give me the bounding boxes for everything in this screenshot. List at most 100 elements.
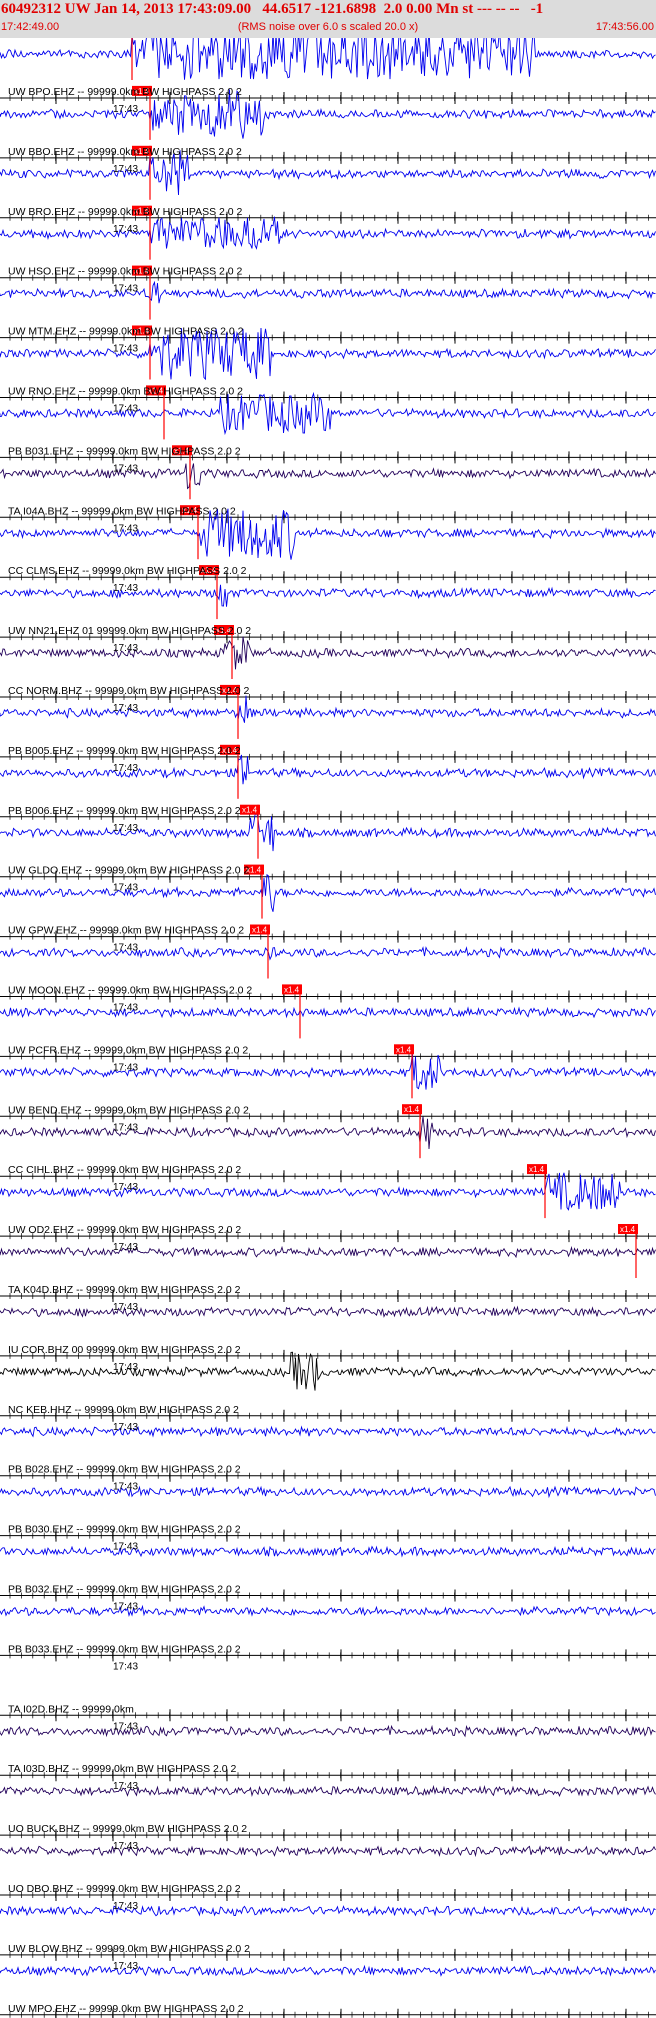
tick-label: 17:43: [113, 1182, 138, 1193]
station-label: UW GLDO.EHZ -- 99999.0km BW HIGHPASS 2.0…: [8, 865, 250, 877]
tick-label: 17:43: [113, 1302, 138, 1313]
station-label: CC CLMS.EHZ -- 99999.0km BW HIGHPASS 2.0…: [8, 565, 247, 577]
station-label: UW MTM.EHZ -- 99999.0km BW HIGHPASS 2.0 …: [8, 326, 244, 338]
station-label: PB B028.EHZ -- 99999.0km BW HIGHPASS 2.0…: [8, 1464, 241, 1476]
pick-label: x1.4: [404, 1105, 420, 1114]
waveform-trace: [0, 1305, 656, 1318]
waveform-trace: [0, 1245, 656, 1259]
station-label: UW BLOW.BHZ -- 99999.0km BW HIGHPASS 2.0…: [8, 1943, 250, 1955]
station-label: TA I02D.BHZ -- 99999.0km: [8, 1703, 134, 1715]
station-label: PB B006.EHZ -- 99999.0km BW HIGHPASS 2.0…: [8, 805, 241, 817]
tick-label: 17:43: [113, 1661, 138, 1672]
tick-label: 17:43: [113, 943, 138, 954]
tick-label: 17:43: [113, 1062, 138, 1073]
waveform-trace: [0, 1724, 656, 1738]
station-label: CC CIHL.BHZ -- 99999.0km BW HIGHPASS 2.0…: [8, 1164, 241, 1176]
tick-label: 17:43: [113, 1901, 138, 1912]
station-label: UO DBO.BHZ -- 99999.0km BW HIGHPASS 2.0 …: [8, 1883, 241, 1895]
waveform-trace: [0, 1784, 656, 1798]
waveform-trace: [0, 1116, 656, 1150]
pick-label: x1.4: [529, 1165, 545, 1174]
tick-label: 17:43: [113, 104, 138, 115]
tick-label: 17:43: [113, 1362, 138, 1373]
waveform-trace: [0, 38, 656, 80]
station-label: TA I04A.BHZ -- 99999.0km BW HIGHPASS 2.0…: [8, 505, 236, 517]
tick-label: 17:43: [113, 523, 138, 534]
station-label: UW MPO.EHZ -- 99999.0km BW HIGHPASS 2.0 …: [8, 2003, 244, 2015]
station-label: TA K04D.BHZ -- 99999.0km BW HIGHPASS 2.0…: [8, 1284, 241, 1296]
station-label: PB B031.EHZ -- 99999.0km BW HIGHPASS 2.0…: [8, 445, 241, 457]
station-label: TA I03D.BHZ -- 99999.0km BW HIGHPASS 2.0…: [8, 1763, 237, 1775]
waveform-trace: [0, 1905, 656, 1917]
tick-label: 17:43: [113, 164, 138, 175]
station-label: UW MOON.EHZ -- 99999.0km BW HIGHPASS 2.0…: [8, 985, 252, 997]
tick-label: 17:43: [113, 404, 138, 415]
station-label: NC KEB.HHZ -- 99999.0km BW HIGHPASS 2.0 …: [8, 1404, 239, 1416]
event-title: 60492312 UW Jan 14, 2013 17:43:09.00 44.…: [1, 1, 544, 17]
waveform-trace: [0, 636, 656, 670]
tick-label: 17:43: [113, 883, 138, 894]
tick-label: 17:43: [113, 1602, 138, 1613]
station-label: UW NN21.EHZ 01 99999.0km BW HIGHPASS 2.0…: [8, 625, 251, 637]
station-label: UW RNO.EHZ -- 99999.0km BW HIGHPASS 2.0 …: [8, 386, 243, 398]
station-label: UW OD2.EHZ -- 99999.0km BW HIGHPASS 2.0 …: [8, 1224, 241, 1236]
tick-label: 17:43: [113, 224, 138, 235]
tick-label: 17:43: [113, 284, 138, 295]
waveform-trace: [0, 280, 656, 304]
station-label: IU COR.BHZ 00 99999.0km BW HIGHPASS 2.0 …: [8, 1344, 241, 1356]
waveform-trace: [0, 1845, 656, 1858]
station-label: UW HSO.EHZ -- 99999.0km BW HIGHPASS 2.0 …: [8, 266, 243, 278]
pick-label: x1.4: [252, 926, 268, 935]
station-label: PB B032.EHZ -- 99999.0km BW HIGHPASS 2.0…: [8, 1584, 241, 1596]
waveform-trace: [0, 584, 656, 607]
waveform-trace: [0, 1485, 656, 1499]
tick-label: 17:43: [113, 643, 138, 654]
scale-note: (RMS noise over 6.0 s scaled 20.0 x): [237, 21, 419, 33]
pick-label: x1.4: [396, 1045, 412, 1054]
tick-label: 17:43: [113, 344, 138, 355]
header: 60492312 UW Jan 14, 2013 17:43:09.00 44.…: [0, 0, 656, 38]
tick-label: 17:43: [113, 463, 138, 474]
waveform-trace: [0, 1604, 656, 1618]
tick-label: 17:43: [113, 1482, 138, 1493]
pick-label: x1.4: [620, 1225, 636, 1234]
station-label: UW GPW.EHZ -- 99999.0km BW HIGHPASS 2.0 …: [8, 925, 244, 937]
tick-label: 17:43: [113, 1721, 138, 1732]
station-label: UW BBO.EHZ -- 99999.0km BW HIGHPASS 2.0 …: [8, 146, 242, 158]
seismogram-plot: x1.4x1.4x1.4x1.4x1.4x1.4x1.4x1.4x1.4x1.4…: [0, 38, 656, 2018]
tick-label: 17:43: [113, 1781, 138, 1792]
waveform-trace: [0, 946, 656, 961]
station-label: PB B030.EHZ -- 99999.0km BW HIGHPASS 2.0…: [8, 1524, 241, 1536]
waveform-trace: [0, 463, 656, 490]
tick-label: 17:43: [113, 1242, 138, 1253]
waveform-trace: [0, 1545, 656, 1558]
tick-label: 17:43: [113, 583, 138, 594]
end-time: 17:43:56.00: [595, 21, 654, 33]
station-label: UO BUCK.BHZ -- 99999.0km BW HIGHPASS 2.0…: [8, 1823, 247, 1835]
station-label: PB B005.EHZ -- 99999.0km BW HIGHPASS 2.0…: [8, 745, 241, 757]
station-label: UW BPO.EHZ -- 99999.0km BW HIGHPASS 2.0 …: [8, 86, 242, 98]
tick-label: 17:43: [113, 703, 138, 714]
pick-label: x1.4: [242, 806, 258, 815]
waveform-trace: [0, 1425, 656, 1438]
station-label: CC NORM.BHZ -- 99999.0km BW HIGHPASS 2.0…: [8, 685, 250, 697]
tick-label: 17:43: [113, 1542, 138, 1553]
waveform-trace: [0, 216, 656, 250]
tick-label: 17:43: [113, 1003, 138, 1014]
pick-label: x1.4: [284, 985, 300, 994]
tick-label: 17:43: [113, 1841, 138, 1852]
waveform-trace: [0, 873, 656, 912]
station-label: UW PCFR.EHZ -- 99999.0km BW HIGHPASS 2.0…: [8, 1044, 248, 1056]
tick-label: 17:43: [113, 1961, 138, 1972]
tick-label: 17:43: [113, 823, 138, 834]
waveform-trace: [0, 1006, 656, 1019]
station-label: UW BRO.EHZ -- 99999.0km BW HIGHPASS 2.0 …: [8, 206, 243, 218]
station-label: UW BEND.EHZ -- 99999.0km BW HIGHPASS 2.0…: [8, 1104, 249, 1116]
tick-label: 17:43: [113, 1122, 138, 1133]
tick-label: 17:43: [113, 1422, 138, 1433]
waveform-trace: [0, 1964, 656, 1977]
label-layer: UW BPO.EHZ -- 99999.0km BW HIGHPASS 2.0 …: [8, 86, 252, 2015]
station-label: PB B033.EHZ -- 99999.0km BW HIGHPASS 2.0…: [8, 1643, 241, 1655]
tick-label: 17:43: [113, 763, 138, 774]
waveform-trace: [0, 1054, 656, 1090]
